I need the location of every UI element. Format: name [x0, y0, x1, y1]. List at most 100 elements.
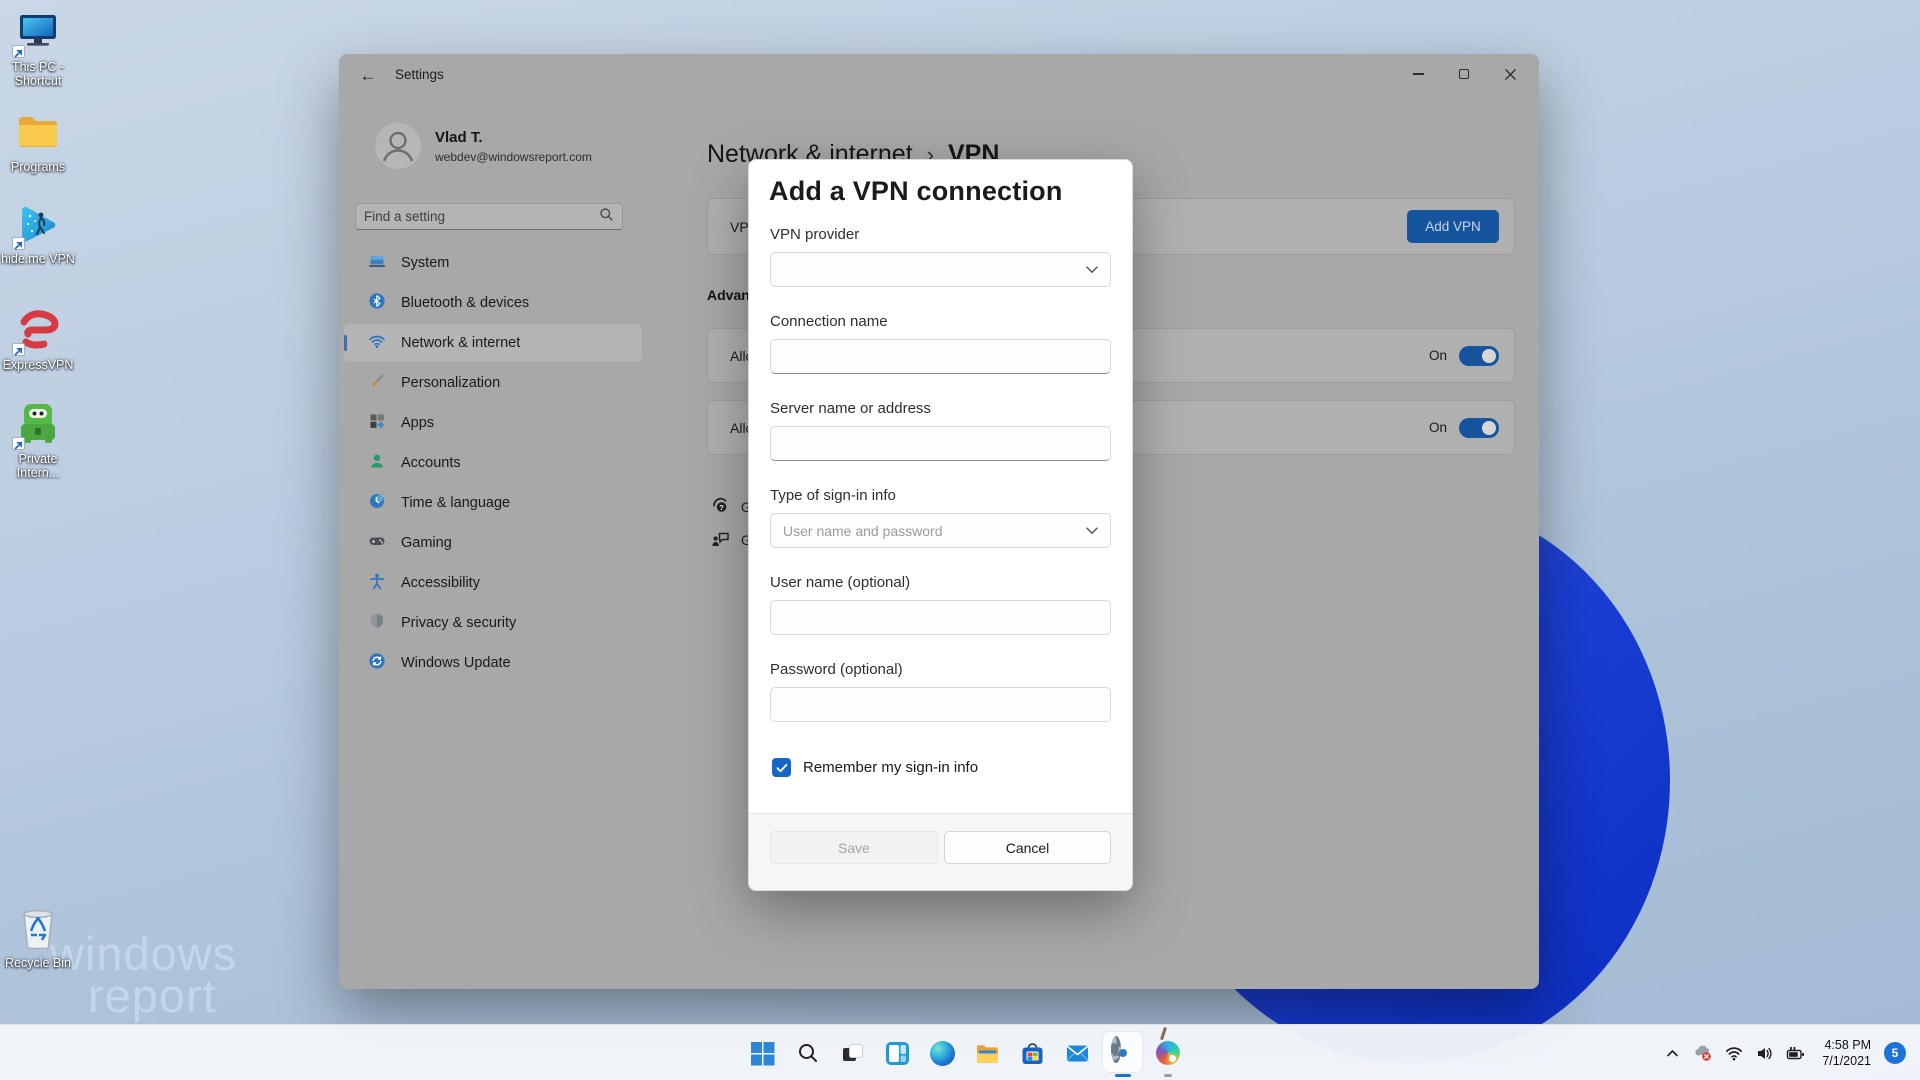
desktop-icon-label: Private Intern...	[0, 452, 76, 480]
connection-name-field[interactable]	[770, 339, 1111, 374]
shortcut-arrow-icon	[12, 437, 25, 450]
sidebar-item-label: Personalization	[401, 375, 500, 391]
taskbar: 4:58 PM 7/1/2021 5	[0, 1024, 1920, 1080]
sidebar-item-bluetooth-devices[interactable]: Bluetooth & devices	[344, 284, 642, 322]
password-field[interactable]	[770, 687, 1111, 722]
user-name: Vlad T.	[435, 129, 483, 146]
edge-icon[interactable]	[920, 1025, 965, 1080]
paint-icon[interactable]	[1145, 1025, 1190, 1080]
server-name-field[interactable]	[770, 426, 1111, 461]
password-input[interactable]	[771, 688, 1110, 721]
tray-date: 7/1/2021	[1822, 1053, 1871, 1069]
desktop-icon-expressvpn[interactable]: ExpressVPN	[0, 306, 76, 372]
sidebar-item-label: Network & internet	[401, 335, 520, 351]
search-icon	[599, 207, 614, 227]
volume-icon[interactable]	[1754, 1042, 1776, 1064]
save-button[interactable]: Save	[770, 831, 938, 864]
vpn-provider-select[interactable]	[770, 252, 1111, 287]
mail-icon[interactable]	[1055, 1025, 1100, 1080]
chevron-down-icon	[1086, 522, 1098, 540]
task-view-icon[interactable]	[830, 1025, 875, 1080]
running-app-indicator	[1164, 1074, 1172, 1077]
minimize-button[interactable]	[1395, 54, 1441, 94]
avatar[interactable]	[375, 123, 421, 169]
start-button[interactable]	[740, 1025, 785, 1080]
shield-icon	[368, 612, 386, 634]
desktop-icon-private-internet-access[interactable]: Private Intern...	[0, 400, 76, 480]
desktop-icon-label: Recycle Bin	[0, 956, 76, 970]
notification-badge[interactable]: 5	[1884, 1042, 1906, 1064]
sidebar-item-network-internet[interactable]: Network & internet	[344, 324, 642, 362]
metered-toggle[interactable]	[1459, 346, 1499, 366]
connection-name-label: Connection name	[770, 313, 888, 330]
roaming-toggle[interactable]	[1459, 418, 1499, 438]
titlebar: ← Settings	[339, 54, 1539, 96]
maximize-button[interactable]	[1441, 54, 1487, 94]
recycle-bin-icon	[14, 904, 62, 952]
expressvpn-icon	[14, 306, 62, 354]
username-field[interactable]	[770, 600, 1111, 635]
sidebar-item-apps[interactable]: Apps	[344, 404, 642, 442]
sidebar-item-label: Accounts	[401, 455, 461, 471]
hideme-vpn-icon	[14, 200, 62, 248]
gear-icon	[1111, 1041, 1135, 1065]
vpn-provider-label: VPN provider	[770, 226, 859, 243]
store-icon[interactable]	[1010, 1025, 1055, 1080]
desktop-icon-label: Programs	[0, 160, 76, 174]
add-vpn-dialog: Add a VPN connection VPN provider Connec…	[748, 159, 1133, 891]
sidebar-item-privacy-security[interactable]: Privacy & security	[344, 604, 642, 642]
dialog-title: Add a VPN connection	[769, 176, 1063, 207]
wifi-icon	[368, 332, 386, 354]
username-label: User name (optional)	[770, 574, 910, 591]
sidebar-item-label: Gaming	[401, 535, 452, 551]
sign-in-type-select[interactable]: User name and password	[770, 513, 1111, 548]
sidebar-item-accounts[interactable]: Accounts	[344, 444, 642, 482]
taskbar-search-icon[interactable]	[785, 1025, 830, 1080]
shortcut-arrow-icon	[12, 237, 25, 250]
desktop-icon-this-pc[interactable]: This PC - Shortcut	[0, 8, 76, 88]
tray-chevron-icon[interactable]	[1661, 1042, 1683, 1064]
sidebar-item-personalization[interactable]: Personalization	[344, 364, 642, 402]
clock[interactable]: 4:58 PM 7/1/2021	[1822, 1037, 1871, 1069]
battery-icon[interactable]	[1785, 1042, 1807, 1064]
connection-name-input[interactable]	[771, 340, 1110, 373]
desktop-icon-label: This PC - Shortcut	[0, 60, 76, 88]
sidebar-item-label: Windows Update	[401, 655, 511, 671]
active-app-indicator	[1115, 1074, 1131, 1077]
desktop-icon-programs[interactable]: Programs	[0, 108, 76, 174]
server-name-input[interactable]	[771, 427, 1110, 460]
checkbox-checked-icon[interactable]	[772, 758, 791, 777]
sidebar-item-accessibility[interactable]: Accessibility	[344, 564, 642, 602]
wifi-tray-icon[interactable]	[1723, 1042, 1745, 1064]
desktop-icon-recycle-bin[interactable]: Recycle Bin	[0, 904, 76, 970]
cancel-button[interactable]: Cancel	[944, 831, 1111, 864]
watermark-line2: report	[88, 968, 217, 1023]
dialog-footer: Save Cancel	[749, 813, 1132, 890]
accessibility-icon	[368, 572, 386, 594]
sidebar-item-gaming[interactable]: Gaming	[344, 524, 642, 562]
search-input[interactable]	[364, 209, 599, 224]
sidebar-item-windows-update[interactable]: Windows Update	[344, 644, 642, 682]
feedback-icon	[710, 528, 731, 552]
sidebar-item-label: Apps	[401, 415, 434, 431]
add-vpn-button[interactable]: Add VPN	[1407, 210, 1499, 243]
file-explorer-icon[interactable]	[965, 1025, 1010, 1080]
user-email: webdev@windowsreport.com	[435, 150, 592, 164]
password-label: Password (optional)	[770, 661, 903, 678]
onedrive-error-icon[interactable]	[1692, 1042, 1714, 1064]
remember-checkbox-row[interactable]: Remember my sign-in info	[772, 758, 978, 777]
settings-taskbar-icon[interactable]	[1100, 1025, 1145, 1080]
sidebar-item-system[interactable]: System	[344, 244, 642, 282]
shortcut-arrow-icon	[12, 343, 25, 356]
search-box[interactable]	[355, 203, 623, 230]
sidebar-item-time-language[interactable]: Time & language	[344, 484, 642, 522]
username-input[interactable]	[771, 601, 1110, 634]
desktop-icon-label: ExpressVPN	[0, 358, 76, 372]
back-button[interactable]: ←	[353, 64, 383, 88]
toggle-state-text: On	[1429, 348, 1447, 363]
widgets-icon[interactable]	[875, 1025, 920, 1080]
sign-in-type-label: Type of sign-in info	[770, 487, 896, 504]
toggle-state-text: On	[1429, 420, 1447, 435]
close-button[interactable]	[1487, 54, 1533, 94]
desktop-icon-hideme-vpn[interactable]: hide.me VPN	[0, 200, 76, 266]
